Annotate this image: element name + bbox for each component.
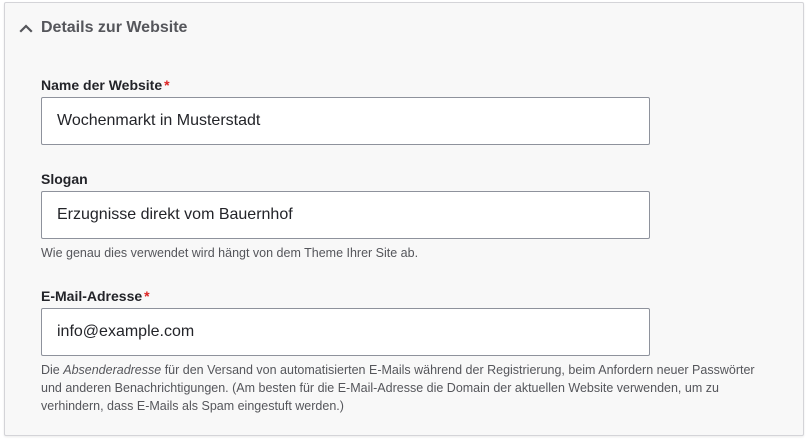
- email-label: E-Mail-Adresse *: [41, 287, 150, 305]
- slogan-label: Slogan: [41, 171, 88, 187]
- slogan-description: Wie genau dies verwendet wird hängt von …: [41, 246, 419, 260]
- site-details-toggle[interactable]: Details zur Website: [5, 3, 803, 53]
- slogan-input[interactable]: [41, 191, 650, 239]
- site-details-panel: Details zur Website Name der Website* Sl…: [4, 2, 804, 436]
- email-input[interactable]: [41, 308, 650, 356]
- email-description: Die Absenderadresse für den Versand von …: [41, 361, 771, 415]
- required-marker: *: [144, 288, 150, 304]
- site-name-label: Name der Website *: [41, 76, 170, 94]
- site-name-input[interactable]: [41, 97, 650, 145]
- required-marker: *: [164, 77, 170, 93]
- chevron-up-icon: [19, 24, 33, 33]
- email-description-emphasis: Absenderadresse: [63, 363, 162, 377]
- email-description-prefix: Die: [41, 363, 64, 377]
- email-label-text: E-Mail-Adresse: [41, 288, 143, 304]
- section-title: Details zur Website: [41, 19, 188, 36]
- site-name-label-text: Name der Website: [41, 77, 163, 93]
